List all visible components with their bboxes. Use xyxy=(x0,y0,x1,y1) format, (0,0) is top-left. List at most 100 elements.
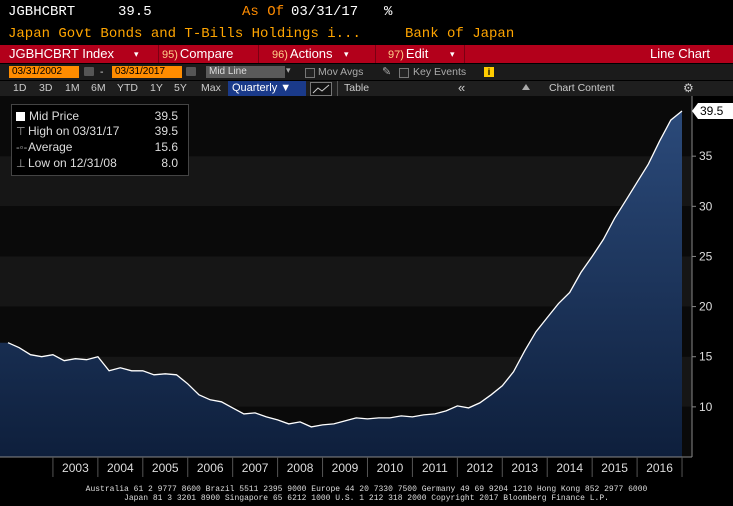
footer-line-2: Japan 81 3 3201 8900 Singapore 65 6212 1… xyxy=(124,494,609,503)
data-point xyxy=(30,354,31,355)
legend-high-label: High on 03/31/17 xyxy=(28,124,120,138)
data-point xyxy=(490,394,491,395)
edit-button[interactable]: 97) Edit ▾ xyxy=(388,45,458,63)
security-description-row: Japan Govt Bonds and T-Bills Holdings i.… xyxy=(0,22,733,44)
date-dash: - xyxy=(100,66,104,78)
data-point xyxy=(243,413,244,414)
chevron-down-icon: ▾ xyxy=(450,49,455,59)
footer-contacts: Australia 61 2 9777 8600 Brazil 5511 239… xyxy=(0,485,733,506)
period-1d[interactable]: 1D xyxy=(13,82,26,94)
data-point xyxy=(187,383,188,384)
chart-type-label[interactable]: Line Chart xyxy=(650,45,710,63)
pencil-icon[interactable]: ✎ xyxy=(382,65,391,78)
grid-band xyxy=(0,206,692,257)
average-marker-icon: -◦- xyxy=(16,142,28,154)
y-axis: 10 15 20 25 30 35 xyxy=(692,149,713,414)
gear-icon[interactable]: ⚙ xyxy=(683,81,694,95)
security-field[interactable]: JGBHCBRT Index ▾ xyxy=(9,45,149,63)
source-label: Bank of Japan xyxy=(405,26,515,42)
chart-legend[interactable]: Mid Price 39.5 ⊤ High on 03/31/17 39.5 -◦… xyxy=(11,104,189,176)
x-axis: 2003 2004 2005 2006 2007 2008 2009 2010 2011 2012… xyxy=(52,457,683,477)
data-point xyxy=(344,420,345,421)
data-point xyxy=(266,416,267,417)
period-5y[interactable]: 5Y xyxy=(174,82,187,94)
data-point xyxy=(176,374,177,375)
data-point xyxy=(356,417,357,418)
unit-label: % xyxy=(384,4,393,20)
last-price-tag-value: 39.5 xyxy=(700,104,724,118)
data-point xyxy=(322,424,323,425)
footer-line-1: Australia 61 2 9777 8600 Brazil 5511 239… xyxy=(85,485,648,494)
data-point xyxy=(7,342,8,343)
x-tick-label: 2005 xyxy=(152,461,179,475)
y-tick-label: 10 xyxy=(699,400,713,414)
data-point xyxy=(41,356,42,357)
frequency-dropdown[interactable]: Quarterly ▼ xyxy=(228,81,306,96)
command-bar: JGBHCBRT Index ▾ 95) Compare 96) Actions ▾… xyxy=(0,45,733,63)
edit-hotkey: 97) xyxy=(388,49,404,61)
data-point xyxy=(255,412,256,413)
data-point xyxy=(221,401,222,402)
table-tab[interactable]: Table xyxy=(344,82,369,94)
mov-avgs-checkbox[interactable] xyxy=(305,68,315,78)
y-tick-label: 25 xyxy=(699,249,713,263)
data-point xyxy=(198,394,199,395)
x-tick-label: 2007 xyxy=(242,461,269,475)
data-point xyxy=(412,416,413,417)
security-header: JGBHCBRT 39.5 As Of 03/31/17 % xyxy=(0,0,733,22)
triangle-up-icon[interactable] xyxy=(522,84,530,90)
data-point xyxy=(513,371,514,372)
data-point xyxy=(299,421,300,422)
data-point xyxy=(659,141,660,142)
period-6m[interactable]: 6M xyxy=(91,82,106,94)
y-tick-label: 35 xyxy=(699,149,713,163)
legend-low-label: Low on 12/31/08 xyxy=(28,156,117,170)
compare-button[interactable]: 95) Compare xyxy=(162,45,252,63)
start-date-field[interactable]: 03/31/2002 xyxy=(9,66,79,78)
period-ytd[interactable]: YTD xyxy=(117,82,138,94)
collapse-left-icon[interactable]: « xyxy=(458,80,465,95)
data-point xyxy=(423,414,424,415)
ticker: JGBHCBRT xyxy=(8,4,76,20)
actions-button[interactable]: 96) Actions ▾ xyxy=(272,45,352,63)
period-max[interactable]: Max xyxy=(201,82,221,94)
key-events-label: Key Events xyxy=(413,66,467,78)
period-3d[interactable]: 3D xyxy=(39,82,52,94)
data-point xyxy=(569,292,570,293)
chevron-down-icon[interactable]: ▾ xyxy=(286,65,291,76)
price-field-dropdown[interactable]: Mid Line xyxy=(206,66,285,78)
data-point xyxy=(681,110,682,111)
data-point xyxy=(434,413,435,414)
x-tick-label: 2004 xyxy=(107,461,134,475)
calendar-icon[interactable] xyxy=(84,67,94,76)
data-point xyxy=(232,407,233,408)
info-icon[interactable]: i xyxy=(484,67,494,77)
x-tick-label: 2013 xyxy=(511,461,538,475)
period-1y[interactable]: 1Y xyxy=(150,82,163,94)
data-point xyxy=(468,407,469,408)
data-point xyxy=(131,370,132,371)
x-tick-label: 2014 xyxy=(556,461,583,475)
line-chart-icon[interactable] xyxy=(310,82,332,96)
x-tick-label: 2006 xyxy=(197,461,224,475)
price-field-value: Mid Line xyxy=(209,66,247,77)
end-date-field[interactable]: 03/31/2017 xyxy=(112,66,182,78)
calendar-icon[interactable] xyxy=(186,67,196,76)
compare-label: Compare xyxy=(179,46,234,61)
mid-price-swatch xyxy=(16,112,25,121)
y-tick-label: 30 xyxy=(699,199,713,213)
data-point xyxy=(109,370,110,371)
as-of-date: 03/31/17 xyxy=(291,4,359,20)
last-value: 39.5 xyxy=(118,4,152,20)
period-bar: 1D 3D 1M 6M YTD 1Y 5Y Max Quarterly ▼ Ta… xyxy=(0,80,733,96)
x-tick-label: 2010 xyxy=(377,461,404,475)
data-point xyxy=(592,256,593,257)
chart-content-tab[interactable]: Chart Content xyxy=(549,82,614,94)
data-point xyxy=(378,417,379,418)
data-point xyxy=(524,350,525,351)
data-point xyxy=(625,200,626,201)
data-point xyxy=(64,360,65,361)
key-events-checkbox[interactable] xyxy=(399,68,409,78)
legend-high-value: 39.5 xyxy=(154,124,178,138)
period-1m[interactable]: 1M xyxy=(65,82,80,94)
